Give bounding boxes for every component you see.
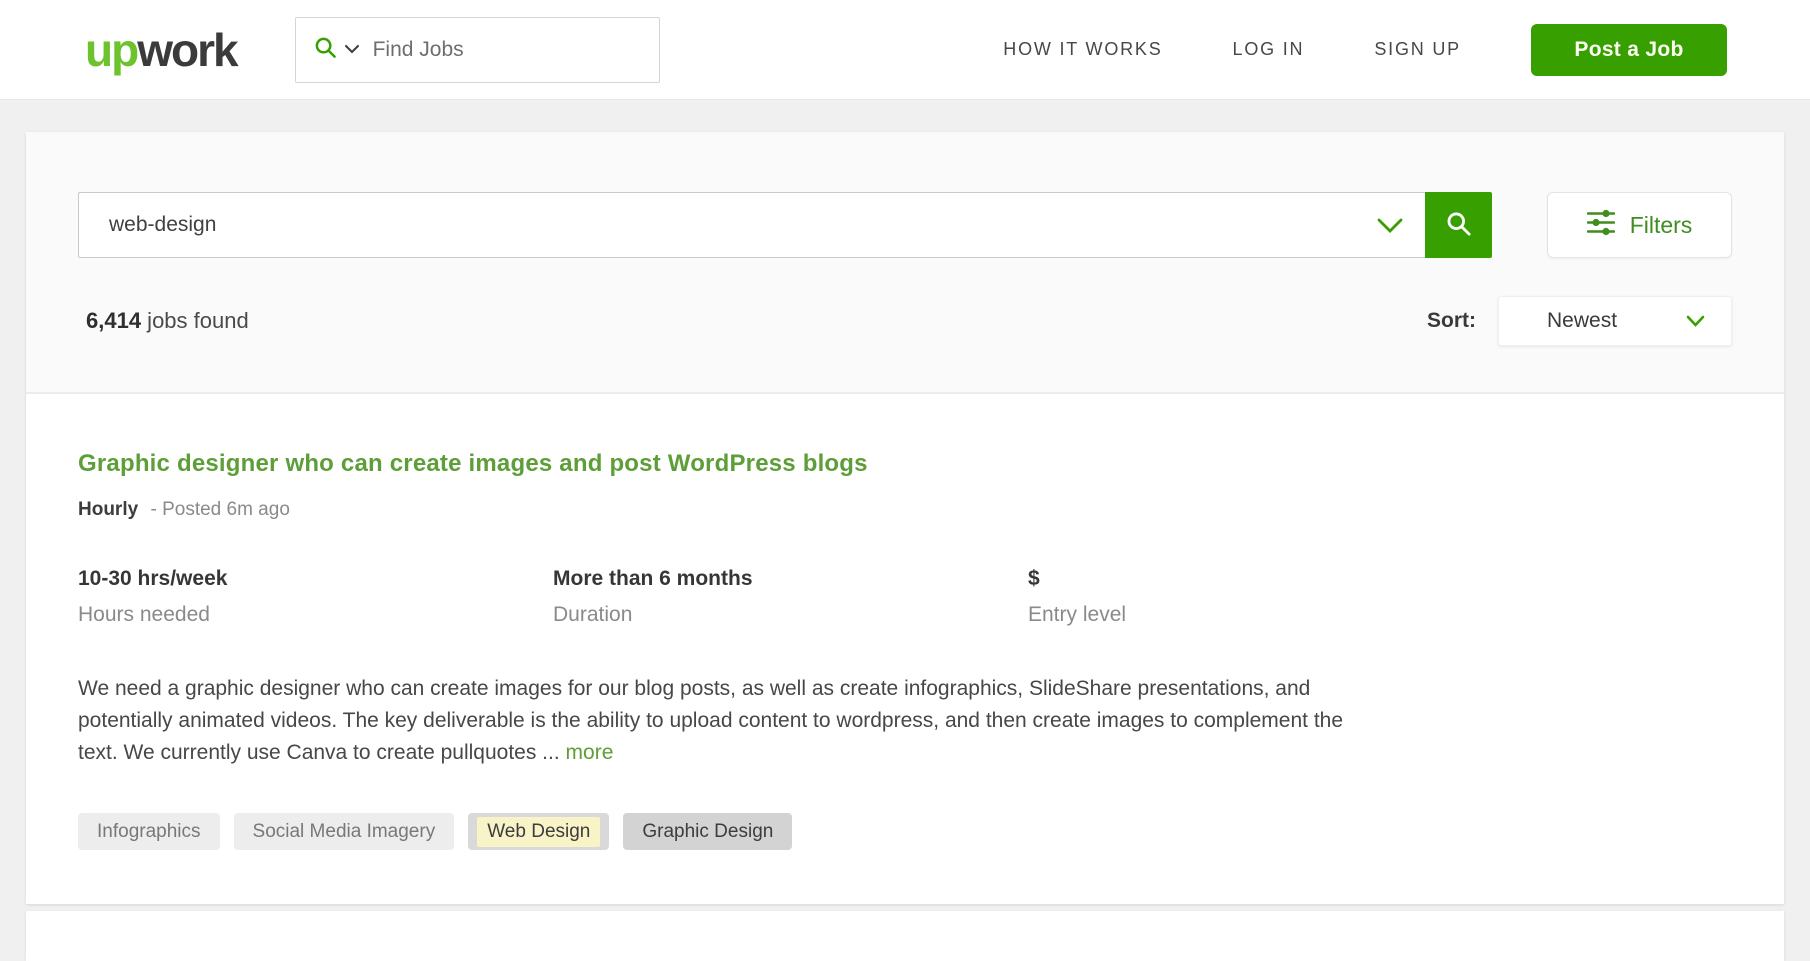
job-details-row: 10-30 hrs/week Hours needed More than 6 …	[78, 567, 1732, 627]
tag-graphic-design[interactable]: Graphic Design	[623, 813, 792, 850]
logo-work-text: work	[137, 24, 236, 76]
query-input-wrap	[78, 192, 1425, 258]
detail-duration: More than 6 months Duration	[553, 567, 1028, 627]
nav-link-log-in[interactable]: LOG IN	[1233, 39, 1305, 60]
sort-dropdown[interactable]: Newest	[1498, 296, 1732, 346]
filters-button-label: Filters	[1630, 212, 1693, 239]
nav-link-sign-up[interactable]: SIGN UP	[1374, 39, 1461, 60]
tag-highlighted-text: Web Design	[477, 817, 600, 847]
post-a-job-button[interactable]: Post a Job	[1531, 24, 1727, 76]
jobs-count-number: 6,414	[86, 308, 141, 333]
search-row: Filters	[78, 192, 1732, 258]
job-search-input[interactable]	[78, 192, 1425, 258]
detail-value: 10-30 hrs/week	[78, 567, 553, 591]
search-results-card: Filters 6,414 jobs found Sort: Newest Gr…	[26, 132, 1784, 904]
description-line: We need a graphic designer who can creat…	[78, 673, 1732, 705]
job-type: Hourly	[78, 499, 138, 520]
job-title-link[interactable]: Graphic designer who can create images a…	[78, 450, 868, 478]
jobs-found-count: 6,414 jobs found	[86, 308, 249, 334]
job-tags: Infographics Social Media Imagery Web De…	[78, 813, 1732, 850]
detail-label: Duration	[553, 603, 1028, 627]
job-listing: Graphic designer who can create images a…	[26, 394, 1784, 904]
job-description: We need a graphic designer who can creat…	[78, 673, 1732, 769]
search-section: Filters 6,414 jobs found Sort: Newest	[26, 132, 1784, 394]
sort-label: Sort:	[1427, 309, 1476, 333]
detail-label: Entry level	[1028, 603, 1503, 627]
sort-selected-value: Newest	[1547, 309, 1617, 333]
description-line-text: text. We currently use Canva to create p…	[78, 741, 566, 764]
tag-social-media-imagery[interactable]: Social Media Imagery	[234, 813, 455, 850]
detail-value: $	[1028, 567, 1503, 591]
filters-button[interactable]: Filters	[1547, 192, 1732, 258]
jobs-count-suffix: jobs found	[141, 308, 249, 333]
search-submit-button[interactable]	[1425, 192, 1492, 258]
nav-links: HOW IT WORKS LOG IN SIGN UP	[1003, 39, 1461, 60]
description-line-last: text. We currently use Canva to create p…	[78, 737, 1732, 769]
detail-hours: 10-30 hrs/week Hours needed	[78, 567, 553, 627]
tag-web-design[interactable]: Web Design	[468, 813, 609, 850]
detail-label: Hours needed	[78, 603, 553, 627]
results-row: 6,414 jobs found Sort: Newest	[78, 296, 1732, 346]
job-meta: Hourly - Posted 6m ago	[78, 499, 1732, 521]
nav-link-how-it-works[interactable]: HOW IT WORKS	[1003, 39, 1162, 60]
tag-infographics[interactable]: Infographics	[78, 813, 220, 850]
detail-experience: $ Entry level	[1028, 567, 1503, 627]
top-nav: upwork HOW IT WORKS LOG IN SIGN UP Post …	[0, 0, 1810, 100]
more-link[interactable]: more	[566, 741, 614, 764]
description-line: potentially animated videos. The key del…	[78, 705, 1732, 737]
chevron-down-icon	[1686, 309, 1705, 333]
logo-up-text: up	[85, 24, 137, 76]
sort-control: Sort: Newest	[1427, 296, 1732, 346]
search-icon	[1445, 210, 1472, 240]
chevron-down-icon[interactable]	[1377, 218, 1403, 238]
detail-value: More than 6 months	[553, 567, 1028, 591]
search-icon	[314, 36, 337, 64]
upwork-logo[interactable]: upwork	[85, 27, 237, 73]
job-posted-time: - Posted 6m ago	[150, 499, 289, 520]
chevron-down-icon[interactable]	[345, 41, 359, 59]
nav-search-input[interactable]	[371, 37, 645, 63]
nav-search-box[interactable]	[295, 17, 660, 83]
sliders-icon	[1587, 209, 1615, 242]
next-job-card-stub	[26, 911, 1784, 961]
